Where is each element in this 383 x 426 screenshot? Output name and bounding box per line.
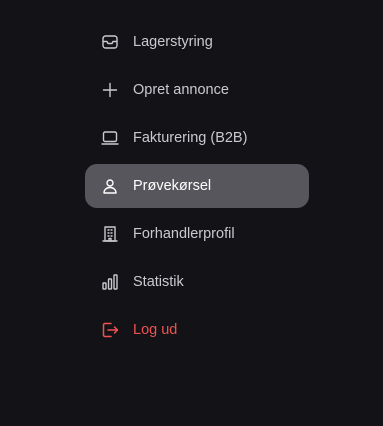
bar-chart-icon <box>101 273 119 291</box>
sidebar-item-label: Prøvekørsel <box>133 178 212 194</box>
sidebar-item-label: Log ud <box>133 322 178 338</box>
sidebar-menu: Lagerstyring Opret annonce Fakturering (… <box>85 20 309 356</box>
logout-icon <box>101 321 119 339</box>
building-icon <box>101 225 119 243</box>
inbox-icon <box>101 33 119 51</box>
sidebar-item-log-ud[interactable]: Log ud <box>85 308 309 352</box>
sidebar-item-fakturering[interactable]: Fakturering (B2B) <box>85 116 309 160</box>
plus-icon <box>101 81 119 99</box>
sidebar-item-label: Opret annonce <box>133 82 229 98</box>
sidebar-item-provekorsel[interactable]: Prøvekørsel <box>85 164 309 208</box>
user-icon <box>101 177 119 195</box>
sidebar-item-statistik[interactable]: Statistik <box>85 260 309 304</box>
sidebar-item-label: Statistik <box>133 274 184 290</box>
sidebar-item-label: Lagerstyring <box>133 34 213 50</box>
sidebar-item-label: Fakturering (B2B) <box>133 130 248 146</box>
laptop-icon <box>101 129 119 147</box>
sidebar-item-lagerstyring[interactable]: Lagerstyring <box>85 20 309 64</box>
sidebar-item-label: Forhandlerprofil <box>133 226 235 242</box>
sidebar-item-forhandlerprofil[interactable]: Forhandlerprofil <box>85 212 309 256</box>
sidebar: Lagerstyring Opret annonce Fakturering (… <box>0 0 383 426</box>
sidebar-item-opret-annonce[interactable]: Opret annonce <box>85 68 309 112</box>
